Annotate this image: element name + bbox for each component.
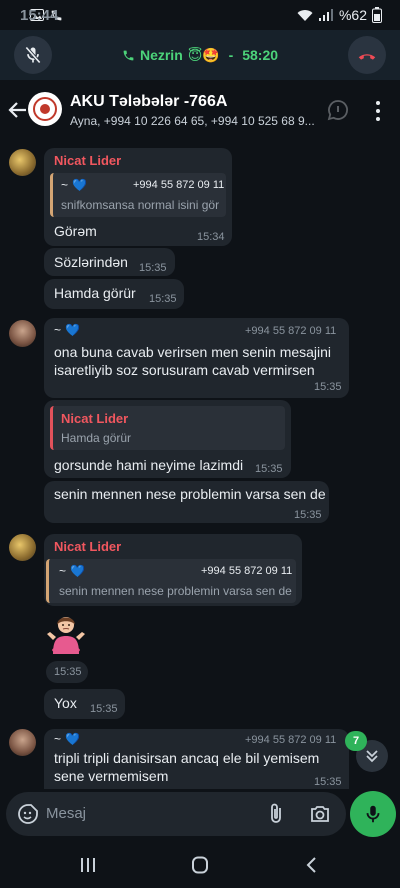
message-text-line: tripli tripli danisirsan ancaq ele bil y… xyxy=(54,750,320,766)
recent-apps-icon[interactable] xyxy=(78,856,98,874)
message-input-bar[interactable]: Mesaj xyxy=(6,792,346,836)
battery-percent: %62 xyxy=(338,7,367,23)
back-arrow-icon[interactable] xyxy=(6,98,30,122)
phone-icon xyxy=(123,50,134,60)
message-text: senin mennen nese problemin varsa sen de xyxy=(54,486,326,502)
status-time: 15:44 xyxy=(20,6,59,24)
message-time: 15:35 xyxy=(54,666,82,678)
message-time-pill: 15:35 xyxy=(46,661,88,683)
mic-off-icon xyxy=(25,46,41,64)
attachment-icon[interactable] xyxy=(264,802,288,826)
message-text-line: ona buna cavab verirsen men senin mesaji… xyxy=(54,344,332,360)
unread-count-badge: 7 xyxy=(345,731,367,751)
message-bubble[interactable]: Yox 15:35 xyxy=(44,689,125,719)
hang-up-icon xyxy=(358,54,376,60)
sticker-icon[interactable] xyxy=(16,802,40,826)
sender-avatar[interactable] xyxy=(9,320,36,347)
sender-phone: +994 55 872 09 11 xyxy=(245,734,337,746)
more-options-icon[interactable] xyxy=(370,99,386,123)
message-time: 15:35 xyxy=(149,293,177,305)
sender-avatar[interactable] xyxy=(9,534,36,561)
status-system-icons: %62 xyxy=(297,7,382,23)
status-bar: 15:44 %62 xyxy=(0,0,400,30)
quote-text: senin mennen nese problemin varsa sen de xyxy=(59,584,292,598)
signal-icon xyxy=(318,8,333,21)
quote-author: ~ 💙 xyxy=(59,564,85,578)
message-time: 15:35 xyxy=(90,703,118,715)
camera-icon[interactable] xyxy=(308,802,332,826)
chat-header: AKU Tələbələr -766A Ayna, +994 10 226 64… xyxy=(0,80,400,140)
quote-phone: +994 55 872 09 11 xyxy=(201,565,293,577)
message-text: Görəm xyxy=(54,223,97,239)
blue-heart-icon: 💙 xyxy=(72,178,87,192)
sender-phone: +994 55 872 09 11 xyxy=(245,325,337,337)
quote-text: Hamda görür xyxy=(61,431,132,445)
message-bubble[interactable]: Nicat Lider Hamda görür gorsunde hami ne… xyxy=(44,400,291,478)
message-text: gorsunde hami neyime lazimdi xyxy=(54,457,244,473)
message-bubble[interactable]: ~ 💙 +994 55 872 09 11 tripli tripli danis… xyxy=(44,729,349,789)
back-nav-icon[interactable] xyxy=(302,855,322,875)
home-icon[interactable] xyxy=(190,856,210,874)
blue-heart-icon: 💙 xyxy=(65,323,80,337)
message-text-line: isaretliyib soz sorusuram cavab vermirse… xyxy=(54,362,315,378)
message-time: 15:35 xyxy=(314,381,342,393)
message-time: 15:35 xyxy=(294,509,322,521)
reply-quote[interactable]: ~ 💙 +994 55 872 09 11 snifkomsansa normal… xyxy=(50,173,226,217)
sender-avatar[interactable] xyxy=(9,729,36,756)
sender-avatar[interactable] xyxy=(9,149,36,176)
battery-icon xyxy=(372,7,382,23)
quote-phone: +994 55 872 09 11 xyxy=(133,179,225,191)
reply-quote[interactable]: Nicat Lider Hamda görür xyxy=(50,406,285,450)
ongoing-call-bar[interactable]: Nezrin 😇🤩 - 58:20 xyxy=(0,30,400,80)
reply-quote[interactable]: ~ 💙 +994 55 872 09 11 senin mennen nese p… xyxy=(46,559,296,603)
sender-name[interactable]: Nicat Lider xyxy=(54,539,121,554)
sender-name[interactable]: ~ 💙 xyxy=(54,323,80,337)
message-text: Sözlərindən xyxy=(54,254,128,270)
blue-heart-icon: 💙 xyxy=(65,732,80,746)
microphone-icon xyxy=(366,805,380,823)
message-text-line: sene vermemisem xyxy=(54,768,169,784)
chat-title[interactable]: AKU Tələbələr -766A xyxy=(70,93,227,111)
message-text: Hamda görür xyxy=(54,285,136,301)
call-separator: - xyxy=(224,47,238,63)
message-bubble[interactable]: Nicat Lider ~ 💙 +994 55 872 09 11 senin m… xyxy=(44,534,302,606)
end-call-button[interactable] xyxy=(348,36,386,74)
message-input-placeholder[interactable]: Mesaj xyxy=(46,805,86,822)
message-bubble[interactable]: senin mennen nese problemin varsa sen de… xyxy=(44,481,329,523)
message-bubble[interactable]: Nicat Lider ~ 💙 +994 55 872 09 11 snifkom… xyxy=(44,148,232,246)
blue-heart-icon: 💙 xyxy=(70,564,85,578)
sender-name[interactable]: Nicat Lider xyxy=(54,153,121,168)
quote-text: snifkomsansa normal isini gör xyxy=(61,198,220,212)
mute-button[interactable] xyxy=(14,36,52,74)
chat-members-subtitle: Ayna, +994 10 226 64 65, +994 10 525 68 … xyxy=(70,114,315,128)
group-avatar[interactable] xyxy=(28,92,62,126)
person-shrugging-emoji[interactable] xyxy=(44,610,88,654)
quote-author: ~ 💙 xyxy=(61,178,87,192)
message-bubble[interactable]: ~ 💙 +994 55 872 09 11 ona buna cavab veri… xyxy=(44,318,349,398)
message-time: 15:35 xyxy=(314,776,342,788)
call-duration: 58:20 xyxy=(242,47,279,63)
double-chevron-down-icon xyxy=(366,750,378,763)
wifi-icon xyxy=(297,9,313,21)
message-bubble[interactable]: Hamda görür 15:35 xyxy=(44,279,184,309)
message-time: 15:35 xyxy=(255,463,283,475)
message-time: 15:34 xyxy=(197,231,225,243)
quote-author: Nicat Lider xyxy=(61,411,129,426)
message-text: Yox xyxy=(54,695,77,711)
sender-name[interactable]: ~ 💙 xyxy=(54,732,80,746)
call-info[interactable]: Nezrin 😇🤩 - 58:20 xyxy=(122,47,278,64)
voice-record-button[interactable] xyxy=(350,791,396,837)
call-contact-name: Nezrin xyxy=(139,47,183,63)
system-navigation-bar xyxy=(0,840,400,888)
call-contact-emojis: 😇🤩 xyxy=(187,46,220,63)
message-time: 15:35 xyxy=(139,262,167,274)
voice-chat-icon[interactable] xyxy=(326,98,350,122)
message-bubble[interactable]: Sözlərindən 15:35 xyxy=(44,248,175,276)
